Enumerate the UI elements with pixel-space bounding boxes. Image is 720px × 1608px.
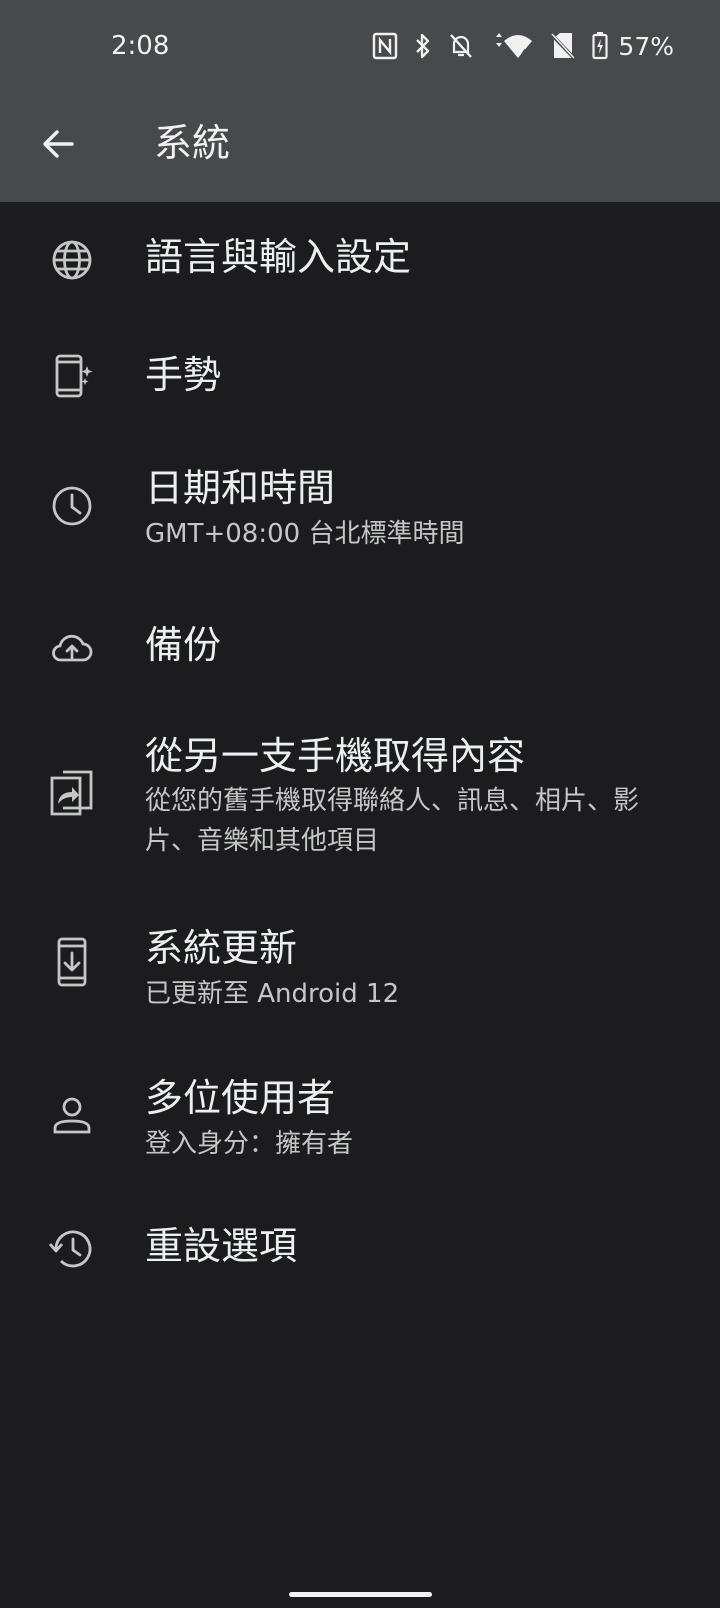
item-title: 日期和時間 [145,466,336,510]
status-bar: 2:08 4 57% [0,0,720,92]
item-title: 多位使用者 [145,1076,336,1120]
cloud-upload-icon [48,625,96,673]
item-subtitle: GMT+08:00 台北標準時間 [145,519,465,549]
list-item-copy-data[interactable]: 從另一支手機取得內容 從您的舊手機取得聯絡人、訊息、相片、影片、音樂和其他項目 [0,708,720,898]
network-badge: 4 [521,48,527,59]
no-sim-icon [550,32,577,60]
phone-transfer-icon [48,766,96,816]
top-region: 2:08 4 57% 系統 [0,0,720,202]
notifications-off-icon [448,32,474,60]
person-icon [48,1092,96,1140]
list-item-system-update[interactable]: 系統更新 已更新至 Android 12 [0,898,720,1046]
status-time: 2:08 [111,31,170,61]
item-subtitle: 登入身分：擁有者 [145,1129,354,1159]
back-button[interactable] [30,116,86,172]
battery-percent: 57% [618,31,674,61]
item-title: 重設選項 [145,1224,298,1268]
clock-icon [48,482,96,530]
nfc-icon [372,32,398,60]
gesture-nav-handle[interactable] [289,1592,432,1597]
gesture-phone-icon [48,352,96,400]
arrow-back-icon [43,130,74,158]
status-icons: 4 57% [372,28,674,64]
item-title: 從另一支手機取得內容 [145,734,526,778]
page-title: 系統 [154,121,231,165]
list-item-gestures[interactable]: 手勢 [0,320,720,438]
item-title: 系統更新 [145,926,298,970]
wifi-icon: 4 [490,31,534,61]
app-bar: 系統 [0,96,720,202]
item-title: 手勢 [145,353,222,397]
history-icon [48,1225,96,1273]
item-title: 語言與輸入設定 [145,235,412,279]
bluetooth-icon [414,32,432,60]
list-item-backup[interactable]: 備份 [0,590,720,708]
battery-charging-icon [592,32,609,60]
item-subtitle: 已更新至 Android 12 [145,979,400,1009]
system-update-icon [48,937,96,987]
list-item-multiple-users[interactable]: 多位使用者 登入身分：擁有者 [0,1046,720,1206]
list-item-date-time[interactable]: 日期和時間 GMT+08:00 台北標準時間 [0,438,720,590]
globe-icon [48,236,96,284]
list-item-languages[interactable]: 語言與輸入設定 [0,202,720,320]
list-item-reset-options[interactable]: 重設選項 [0,1206,720,1324]
item-subtitle: 從您的舊手機取得聯絡人、訊息、相片、影片、音樂和其他項目 [145,786,640,856]
item-title: 備份 [145,623,222,667]
